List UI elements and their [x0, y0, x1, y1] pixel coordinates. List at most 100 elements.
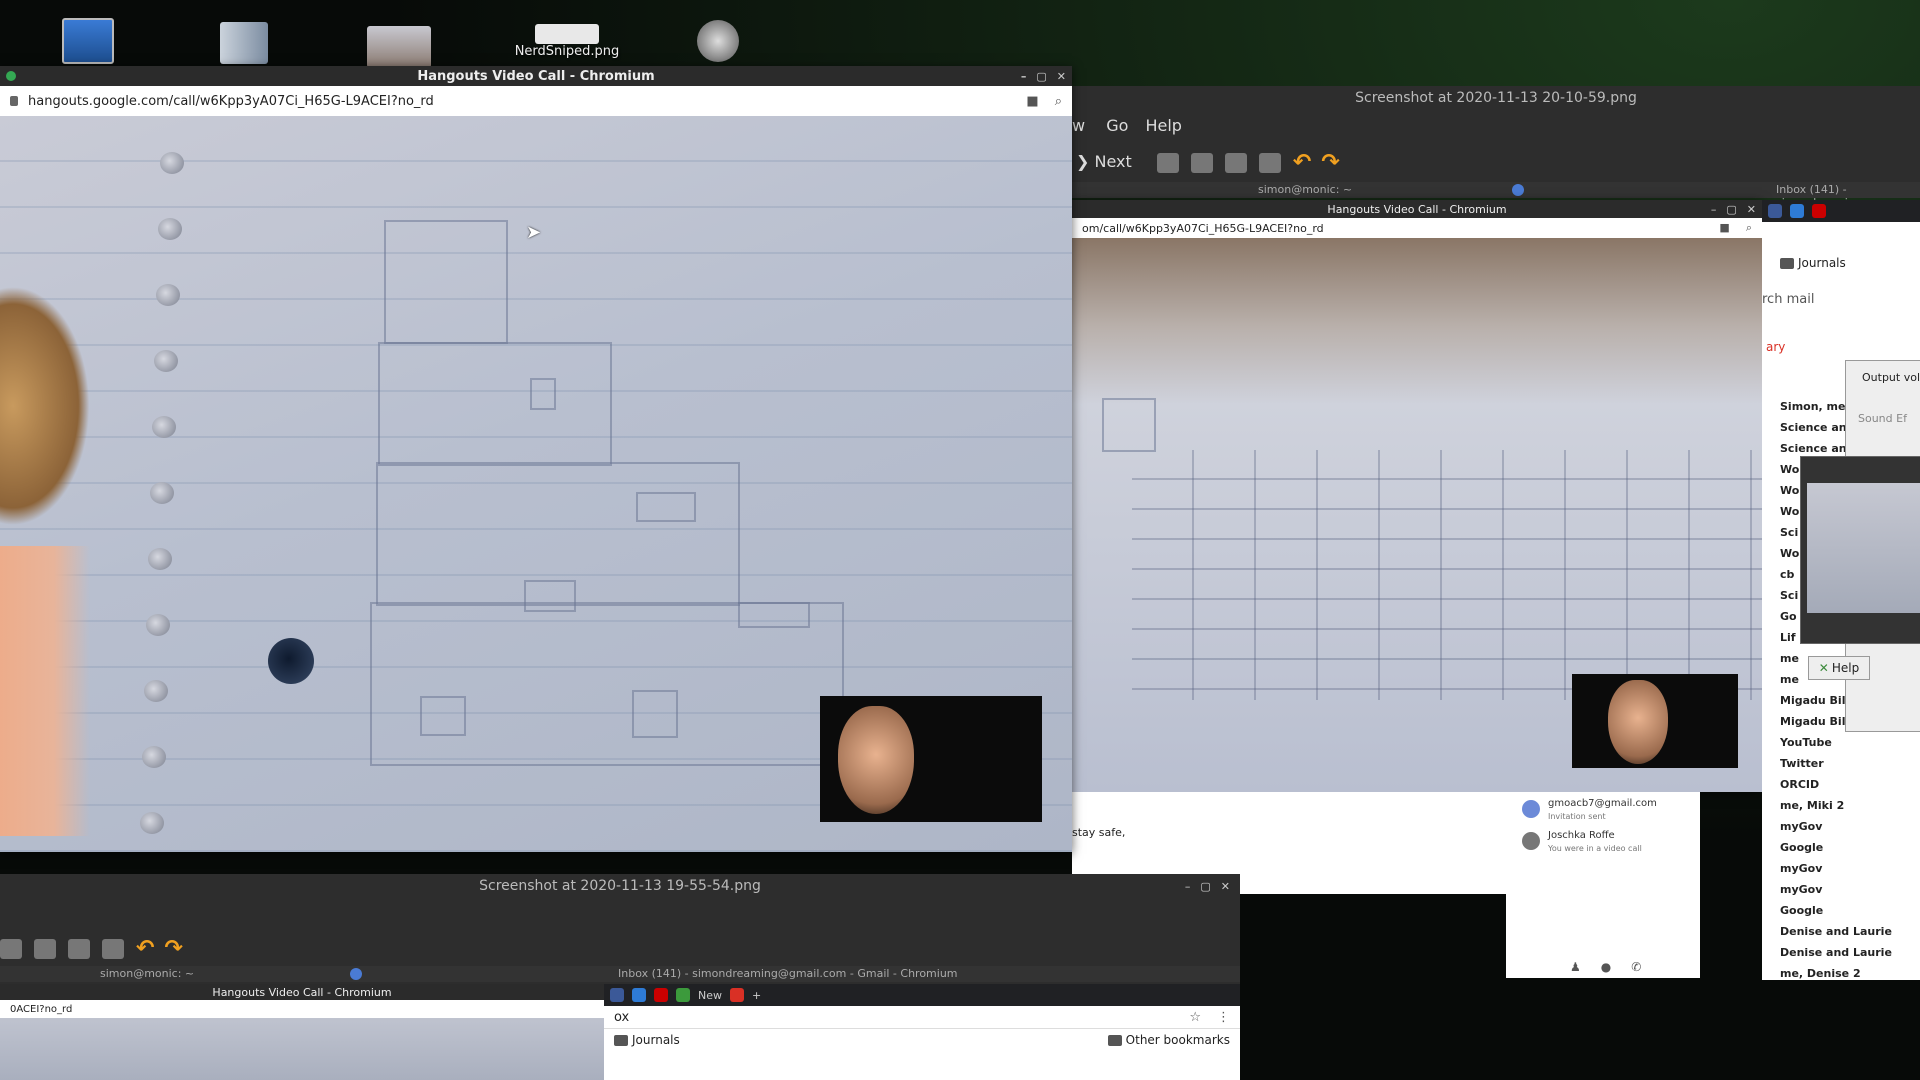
contact-name[interactable]: gmoacb7@gmail.com: [1548, 798, 1657, 809]
menu-icon[interactable]: ⋮: [1217, 1010, 1230, 1025]
zoom-normal-icon[interactable]: [68, 938, 90, 959]
dropbox-icon[interactable]: [632, 988, 646, 1002]
zoom-in-icon[interactable]: [0, 938, 22, 959]
hangouts-app-icon: [6, 71, 16, 81]
close-icon[interactable]: ✕: [1057, 70, 1066, 83]
mail-row[interactable]: myGov: [1780, 858, 1920, 879]
menu-item-go[interactable]: Go: [1106, 116, 1128, 135]
desktop-icon-label: NerdSniped.png: [514, 44, 620, 59]
dropbox-icon[interactable]: [1790, 204, 1804, 218]
notebook-ring: [154, 350, 178, 372]
inner-video-feed: [1072, 238, 1762, 792]
viewer-bottom-toolbar: ↶ ↷: [0, 936, 193, 961]
desktop-icon-computer[interactable]: [58, 18, 118, 64]
help-icon: ✕: [1818, 661, 1829, 675]
star-icon[interactable]: ☆: [1189, 1010, 1201, 1025]
gmail-search[interactable]: rch mail: [1762, 292, 1814, 307]
mail-row[interactable]: Google: [1780, 837, 1920, 858]
image-thumbnail-icon: [367, 26, 431, 68]
minimize-icon[interactable]: –: [1021, 70, 1027, 83]
zoom-normal-icon[interactable]: [1224, 152, 1247, 173]
rotate-left-icon[interactable]: ↶: [136, 936, 154, 961]
bottom-hangouts-address[interactable]: 0ACEI?no_rd: [0, 1000, 604, 1019]
rotate-right-icon[interactable]: ↷: [164, 936, 182, 961]
bottom-bookmarks-bar: Journals Other bookmarks: [604, 1029, 1240, 1051]
tab-new[interactable]: New: [698, 989, 722, 1002]
rotate-left-icon[interactable]: ↶: [1293, 150, 1311, 175]
zoom-icon[interactable]: ⌕: [1746, 221, 1752, 235]
self-view: [820, 696, 1042, 822]
minimize-icon[interactable]: –: [1711, 203, 1717, 216]
mail-row[interactable]: me, Denise 2: [1780, 963, 1920, 984]
gmail-tab-icon[interactable]: [730, 988, 744, 1002]
close-icon[interactable]: ✕: [1221, 880, 1230, 893]
desktop-icon-file[interactable]: [214, 22, 274, 64]
desktop-icon-image[interactable]: [366, 26, 432, 68]
mail-row[interactable]: myGov: [1780, 879, 1920, 900]
person-icon[interactable]: ♟: [1570, 960, 1581, 974]
bottom-gmail-address[interactable]: ox ☆ ⋮: [604, 1006, 1240, 1029]
bottom-gmail-url: ox: [614, 1009, 630, 1025]
mail-row[interactable]: Google: [1780, 900, 1920, 921]
desktop-icon-video[interactable]: [688, 20, 748, 62]
bookmark-journals[interactable]: Journals: [614, 1033, 680, 1047]
help-button[interactable]: ✕ Help: [1808, 656, 1870, 680]
new-tab-icon[interactable]: +: [752, 989, 761, 1002]
facebook-icon[interactable]: [610, 988, 624, 1002]
video-feed: ➤: [0, 116, 1072, 852]
zoom-out-icon[interactable]: [1190, 152, 1213, 173]
mail-row[interactable]: YouTube: [1780, 732, 1920, 753]
evernote-icon[interactable]: [676, 988, 690, 1002]
mail-row[interactable]: ORCID: [1780, 774, 1920, 795]
phone-icon[interactable]: ✆: [1631, 960, 1641, 974]
contact-name[interactable]: Joschka Roffe: [1548, 830, 1615, 841]
maximize-icon[interactable]: ▢: [1036, 70, 1046, 83]
viewer-toolbar: ❯ Next ↶ ↷: [1076, 150, 1350, 175]
camera-icon[interactable]: ■: [1026, 94, 1038, 109]
mail-row[interactable]: Denise and Laurie: [1780, 942, 1920, 963]
hangouts-titlebar: Hangouts Video Call - Chromium – ▢ ✕: [0, 66, 1072, 86]
menu-item-view[interactable]: w: [1072, 116, 1085, 135]
bookmark-journals[interactable]: Journals: [1780, 256, 1846, 270]
viewer-title: Screenshot at 2020-11-13 20-10-59.png: [1355, 90, 1637, 106]
mail-row[interactable]: myGov: [1780, 816, 1920, 837]
youtube-icon[interactable]: [654, 988, 668, 1002]
bottom-video-feed: [0, 1018, 604, 1080]
close-icon[interactable]: ✕: [1747, 203, 1756, 216]
location-icon[interactable]: ●: [1601, 960, 1611, 974]
notebook-ring: [148, 548, 172, 570]
maximize-icon[interactable]: ▢: [1200, 880, 1210, 893]
youtube-icon[interactable]: [1812, 204, 1826, 218]
terminal-title: simon@monic: ~: [1258, 183, 1353, 196]
notebook-ring: [156, 284, 180, 306]
minimize-icon[interactable]: –: [1185, 880, 1191, 893]
gmail-category-label: ary: [1766, 340, 1786, 354]
folder-icon: [1780, 258, 1794, 269]
mail-row[interactable]: Twitter: [1780, 753, 1920, 774]
chevron-right-icon: ❯: [1076, 152, 1095, 171]
next-button[interactable]: ❯ Next: [1076, 152, 1132, 171]
participant-face: [1608, 680, 1668, 764]
bottom-gmail-tabstrip: New +: [604, 984, 1240, 1006]
facebook-icon[interactable]: [1768, 204, 1782, 218]
zoom-in-icon[interactable]: [1156, 152, 1179, 173]
mail-row[interactable]: Denise and Laurie: [1780, 921, 1920, 942]
bottom-hangouts-window: Hangouts Video Call - Chromium 0ACEI?no_…: [0, 984, 604, 1080]
maximize-icon[interactable]: ▢: [1726, 203, 1736, 216]
window-controls: – ▢ ✕: [1021, 66, 1066, 86]
image-thumbnail-icon: [535, 24, 599, 44]
inner-address-bar[interactable]: om/call/w6Kpp3yA07Ci_H65G-L9ACEI?no_rd ■…: [1072, 218, 1762, 239]
address-bar[interactable]: hangouts.google.com/call/w6Kpp3yA07Ci_H6…: [0, 86, 1072, 117]
rotate-right-icon[interactable]: ↷: [1321, 150, 1339, 175]
zoom-out-icon[interactable]: [34, 938, 56, 959]
desktop-icon-nerdsniped[interactable]: NerdSniped.png: [512, 24, 622, 59]
file-icon: [220, 22, 268, 64]
other-bookmarks[interactable]: Other bookmarks: [1107, 1033, 1230, 1047]
zoom-fit-icon[interactable]: [1258, 152, 1281, 173]
mail-row[interactable]: me, Miki 2: [1780, 795, 1920, 816]
zoom-icon[interactable]: ⌕: [1055, 94, 1062, 109]
hangouts-contacts-panel: gmoacb7@gmail.com Invitation sent Joschk…: [1506, 792, 1700, 978]
zoom-fit-icon[interactable]: [102, 938, 124, 959]
menu-item-help[interactable]: Help: [1145, 116, 1181, 135]
camera-icon[interactable]: ■: [1719, 221, 1729, 235]
